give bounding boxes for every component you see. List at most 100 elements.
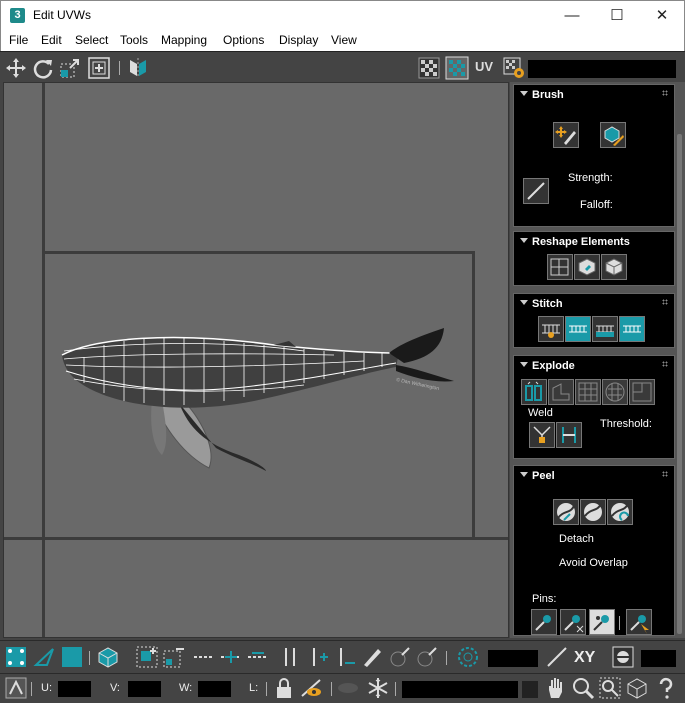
avoid-overlap-label[interactable]: Avoid Overlap: [559, 557, 628, 569]
stitch-custom-button[interactable]: [538, 316, 564, 342]
relax-until-flat-button[interactable]: [574, 254, 600, 280]
falloff-space-label[interactable]: XY: [574, 649, 595, 667]
peel-title[interactable]: Peel: [532, 470, 555, 482]
menu-edit[interactable]: Edit: [41, 33, 62, 47]
pin-selected-button[interactable]: [531, 609, 557, 635]
polygon-select-icon[interactable]: [60, 645, 84, 669]
shrink-selection-icon[interactable]: [162, 645, 186, 669]
paint-shrink-icon[interactable]: [415, 645, 439, 669]
grow-loop-icon[interactable]: [219, 645, 243, 669]
zoom-icon[interactable]: [571, 676, 595, 700]
paint-select-icon[interactable]: [360, 645, 384, 669]
brush-title[interactable]: Brush: [532, 89, 564, 101]
menu-display[interactable]: Display: [279, 33, 318, 47]
weld-target-button[interactable]: [556, 422, 582, 448]
rotate-icon[interactable]: [31, 56, 55, 80]
texture-map-icon[interactable]: [445, 56, 469, 80]
uv-space-label[interactable]: UV: [475, 59, 493, 74]
detach-edge-button[interactable]: [548, 379, 574, 405]
select-pinned-button[interactable]: [626, 609, 652, 635]
brush-relax-button[interactable]: [600, 122, 626, 148]
pan-hand-icon[interactable]: [544, 676, 568, 700]
brush-move-button[interactable]: [553, 122, 579, 148]
collapse-triangle-icon[interactable]: [520, 300, 528, 305]
grow-ring-icon[interactable]: [306, 645, 330, 669]
drag-grip-icon[interactable]: [662, 471, 668, 477]
menu-file[interactable]: File: [9, 33, 28, 47]
limit-value-field[interactable]: [641, 650, 676, 667]
edge-select-icon[interactable]: [33, 645, 57, 669]
element-select-icon[interactable]: [96, 645, 120, 669]
absolute-mode-icon[interactable]: [4, 676, 28, 700]
soft-selection-icon[interactable]: [456, 645, 480, 669]
show-hidden-icon[interactable]: [300, 676, 324, 700]
v-coord-field[interactable]: [128, 681, 161, 697]
collapse-triangle-icon[interactable]: [520, 362, 528, 367]
drag-grip-icon[interactable]: [662, 90, 668, 96]
maximize-button[interactable]: ☐: [594, 1, 640, 31]
hide-icon[interactable]: [336, 676, 360, 700]
w-coord-field[interactable]: [198, 681, 231, 697]
drag-grip-icon[interactable]: [662, 299, 668, 305]
whale-uv-mesh[interactable]: © Dan Witherington: [4, 83, 509, 638]
menu-select[interactable]: Select: [75, 33, 108, 47]
quick-peel-button[interactable]: [553, 499, 579, 525]
panel-scrollbar[interactable]: [676, 84, 684, 636]
stitch-to-source-button[interactable]: [619, 316, 645, 342]
collapse-triangle-icon[interactable]: [520, 91, 528, 96]
flatten-by-polygon-button[interactable]: [575, 379, 601, 405]
scale-icon[interactable]: [58, 56, 82, 80]
help-icon[interactable]: [654, 676, 678, 700]
flatten-by-material-button[interactable]: [629, 379, 655, 405]
falloff-value-field[interactable]: [488, 650, 538, 667]
u-coord-field[interactable]: [58, 681, 91, 697]
peel-mode-button[interactable]: [580, 499, 606, 525]
brush-line-button[interactable]: [523, 178, 549, 204]
unpin-selected-button[interactable]: [560, 609, 586, 635]
collapse-triangle-icon[interactable]: [520, 238, 528, 243]
freeze-icon[interactable]: [366, 676, 390, 700]
weld-selected-button[interactable]: [529, 422, 555, 448]
move-icon[interactable]: [4, 56, 28, 80]
loop-select-icon[interactable]: [192, 645, 216, 669]
explode-title[interactable]: Explode: [532, 360, 575, 372]
reshape-elements-title[interactable]: Reshape Elements: [532, 236, 630, 248]
break-button[interactable]: [521, 379, 547, 405]
zoom-region-icon[interactable]: [598, 676, 622, 700]
stitch-title[interactable]: Stitch: [532, 298, 563, 310]
grow-selection-icon[interactable]: [135, 645, 159, 669]
minimize-button[interactable]: —: [549, 1, 595, 31]
menu-options[interactable]: Options: [223, 33, 264, 47]
freeform-icon[interactable]: [87, 56, 111, 80]
shrink-loop-icon[interactable]: [246, 645, 270, 669]
stitch-average-button[interactable]: [592, 316, 618, 342]
display-settings-icon[interactable]: [502, 56, 526, 80]
paint-grow-icon[interactable]: [388, 645, 412, 669]
reset-peel-button[interactable]: [607, 499, 633, 525]
ring-select-icon[interactable]: [278, 645, 302, 669]
shrink-ring-icon[interactable]: [333, 645, 357, 669]
limit-selection-icon[interactable]: [611, 645, 635, 669]
menu-view[interactable]: View: [331, 33, 357, 47]
menu-tools[interactable]: Tools: [120, 33, 148, 47]
detach-label[interactable]: Detach: [559, 533, 594, 545]
texture-dropdown[interactable]: [528, 60, 676, 78]
zoom-extents-icon[interactable]: [625, 676, 649, 700]
mirror-icon[interactable]: [126, 56, 150, 80]
falloff-type-icon[interactable]: [545, 645, 569, 669]
auto-pin-button[interactable]: [589, 609, 615, 635]
scrollbar-thumb[interactable]: [677, 134, 682, 634]
uv-editor-viewport[interactable]: © Dan Witherington: [3, 82, 509, 638]
lock-icon[interactable]: [272, 676, 296, 700]
stitch-to-target-button[interactable]: [565, 316, 591, 342]
drag-grip-icon[interactable]: [662, 361, 668, 367]
selection-set-dropdown[interactable]: [522, 681, 538, 698]
close-button[interactable]: ✕: [639, 1, 685, 31]
collapse-triangle-icon[interactable]: [520, 472, 528, 477]
checker-pattern-icon[interactable]: [417, 56, 441, 80]
menu-mapping[interactable]: Mapping: [161, 33, 207, 47]
flatten-by-smoothing-button[interactable]: [602, 379, 628, 405]
straighten-selection-button[interactable]: [547, 254, 573, 280]
selection-set-field[interactable]: [402, 681, 518, 698]
vertex-select-icon[interactable]: [4, 645, 28, 669]
